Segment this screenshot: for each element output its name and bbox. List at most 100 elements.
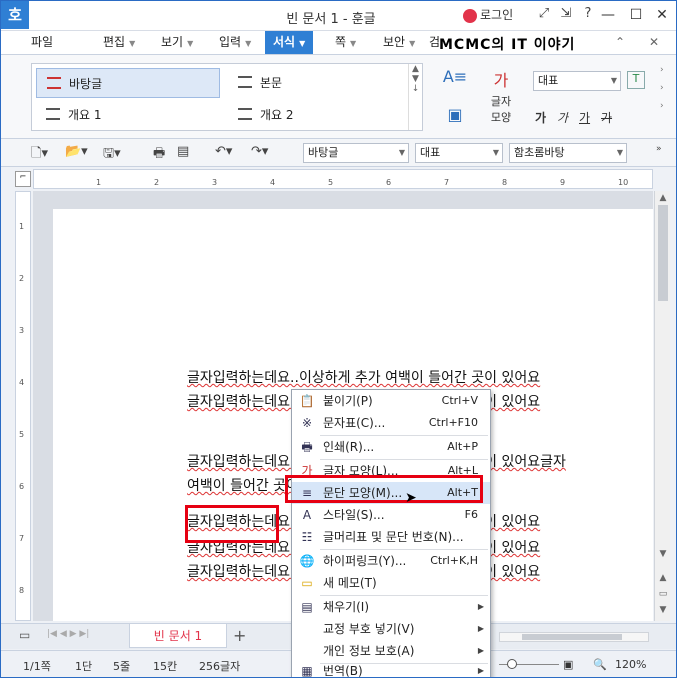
hwp-app-icon[interactable]: 호 (1, 1, 29, 29)
fill-icon: ▤ (301, 600, 313, 614)
window-title: 빈 문서 1 - 훈글 (286, 12, 376, 27)
ribbon-scroll[interactable]: › › › (660, 61, 672, 115)
font-select[interactable]: 대표 ▼ (533, 71, 621, 91)
save-icon[interactable]: 🖫▾ (103, 144, 121, 166)
italic-button[interactable]: 가 (557, 109, 579, 126)
fit-page-icon[interactable]: ▣ (563, 658, 573, 671)
mouse-cursor-icon: ➤ (405, 490, 417, 506)
menu-paste[interactable]: 📋 붙이기(P) Ctrl+V (292, 390, 490, 412)
print-icon[interactable]: 🖶 (153, 144, 165, 166)
bold-button[interactable]: 가 (535, 109, 557, 126)
font-lang-combo[interactable]: 대표 ▼ (415, 143, 503, 163)
scroll-up-icon: ▲ (659, 193, 667, 203)
bullet-icon: ☷ (301, 530, 313, 544)
close-button[interactable]: ✕ (647, 1, 676, 29)
horizontal-scrollbar[interactable] (499, 632, 649, 642)
font-color-icon[interactable]: T (627, 71, 645, 89)
hyperlink-icon: 🌐 (299, 554, 315, 568)
status-line: 5줄 (113, 660, 131, 673)
menu-fill[interactable]: ▤ 채우기(I) ▶ (292, 596, 490, 618)
symbol-icon: ※ (301, 416, 313, 430)
undo-icon[interactable]: ↶▾ (215, 144, 232, 159)
tab-nav-arrows[interactable]: |◀ ◀ ▶ ▶| (47, 629, 89, 639)
vertical-ruler[interactable]: 1 2 3 4 5 6 7 8 (15, 191, 31, 621)
chevron-down-icon: ▼ (492, 148, 499, 157)
menu-insert[interactable]: 입력 ▼ (219, 31, 251, 54)
style-item-bonmun[interactable]: 본문 (228, 68, 408, 98)
context-menu: 📋 붙이기(P) Ctrl+V ※ 문자표(C)... Ctrl+F10 🖶 인쇄(R).… (291, 389, 491, 678)
style-icon: A (302, 508, 312, 522)
zoom-slider-knob[interactable] (507, 659, 517, 669)
style-gallery: 바탕글 본문 개요 1 개요 2 ▲ ▼ ↓ (31, 63, 423, 131)
ribbon-toggle-icon[interactable]: ⌃ (615, 31, 625, 54)
more-tools-icon[interactable]: » (656, 144, 662, 154)
vertical-scrollbar[interactable]: ▲ ▼ ▲ ▭ ▼ (654, 191, 670, 621)
scroll-thumb[interactable] (658, 205, 668, 301)
preview-icon[interactable]: ▤ (177, 144, 189, 159)
add-style-button[interactable]: A≡ (441, 67, 469, 88)
menu-security[interactable]: 보안 ▼ (383, 31, 415, 54)
menu-style[interactable]: A 스타일(S)... F6 (292, 504, 490, 526)
folder-style-icon: ▣ (447, 105, 463, 124)
zoom-icon[interactable]: 🔍 (593, 658, 607, 671)
menu-format[interactable]: 서식 ▼ (265, 31, 314, 54)
menu-bullets[interactable]: ☷ 글머리표 및 문단 번호(N)... (292, 526, 490, 548)
quick-toolbar: 🗋▾ 📂▾ 🖫▾ 🖶 ▤ ↶▾ ↷▾ 바탕글 ▼ 대표 ▼ 함초롬바탕 ▼ » (1, 139, 676, 167)
style-item-outline2[interactable]: 개요 2 (228, 100, 408, 130)
add-style-icon: A≡ (442, 67, 468, 86)
menu-privacy[interactable]: 개인 정보 보호(A) ▶ (292, 640, 490, 662)
font-face-combo[interactable]: 함초롬바탕 ▼ (509, 143, 627, 163)
login-button[interactable]: 로그인 (463, 6, 513, 23)
menu-proofread[interactable]: 교정 부호 넣기(V) ▶ (292, 618, 490, 640)
open-folder-icon[interactable]: 📂▾ (65, 144, 88, 159)
gallery-scroll[interactable]: ▲ ▼ ↓ (408, 64, 422, 130)
style-manager-button[interactable]: ▣ (441, 105, 469, 126)
page-up-icon: ▲ (659, 573, 667, 583)
underline-button[interactable]: 가 (579, 109, 601, 126)
status-column: 1단 (75, 660, 93, 673)
scroll-down-icon: ▼ (659, 549, 667, 559)
memo-icon: ▭ (301, 576, 313, 590)
zoom-value[interactable]: 120% (615, 658, 646, 671)
menu-file[interactable]: 파일 (31, 31, 53, 54)
fullscreen-icon[interactable]: ⤢ (533, 6, 555, 21)
print-icon: 🖶 (301, 440, 313, 454)
title-tools: ⤢ ⇲? (533, 6, 599, 21)
submenu-arrow-icon: ▶ (477, 624, 484, 633)
new-document-icon[interactable]: 🗋▾ (31, 144, 48, 166)
style-item-batanggeul[interactable]: 바탕글 (36, 68, 220, 98)
tab-list-icon[interactable]: ▭ (19, 628, 30, 642)
menu-edit[interactable]: 편집 ▼ (103, 31, 135, 54)
menu-page[interactable]: 쪽 ▼ (335, 31, 356, 54)
menu-hyperlink[interactable]: 🌐 하이퍼링크(Y)... Ctrl+K,H (292, 550, 490, 572)
char-shape-icon: 가 (493, 71, 509, 90)
paragraph-style-icon (238, 76, 252, 88)
style-item-outline1[interactable]: 개요 1 (36, 100, 220, 130)
submenu-arrow-icon: ▶ (477, 666, 484, 675)
menu-symbols[interactable]: ※ 문자표(C)... Ctrl+F10 (292, 412, 490, 434)
status-page[interactable]: 1/1쪽 (23, 658, 51, 674)
paste-icon: 📋 (299, 394, 315, 408)
submenu-arrow-icon: ▶ (477, 602, 484, 611)
format-buttons: 가가가가 (535, 109, 623, 126)
minimize-button[interactable]: — (593, 1, 623, 29)
tab-doc1[interactable]: 빈 문서 1 (129, 624, 227, 648)
close-doc-icon[interactable]: ✕ (649, 31, 659, 54)
translate-icon: ▦ (301, 664, 313, 678)
char-shape-button[interactable]: 가 글자 모양 (483, 67, 519, 125)
menu-view[interactable]: 보기 ▼ (161, 31, 193, 54)
strike-button[interactable]: 가 (601, 109, 623, 126)
add-tab-icon[interactable]: + (233, 626, 246, 645)
paragraph-style-icon (46, 108, 60, 120)
menu-new-memo[interactable]: ▭ 새 메모(T) (292, 572, 490, 594)
horizontal-ruler[interactable]: 1 2 3 4 5 6 7 8 9 10 (33, 169, 653, 189)
hscroll-thumb[interactable] (522, 634, 622, 640)
style-combo[interactable]: 바탕글 ▼ (303, 143, 409, 163)
redo-icon[interactable]: ↷▾ (251, 144, 268, 159)
paragraph-style-icon (47, 77, 61, 89)
menu-translate[interactable]: ▦ 번역(B) ▶ (292, 660, 490, 678)
restore-arrows-icon[interactable]: ⇲ (555, 6, 577, 21)
menu-print[interactable]: 🖶 인쇄(R)... Alt+P (292, 436, 490, 458)
status-col: 15칸 (153, 660, 178, 673)
ruler-corner-icon[interactable]: ⌐ (15, 171, 31, 187)
